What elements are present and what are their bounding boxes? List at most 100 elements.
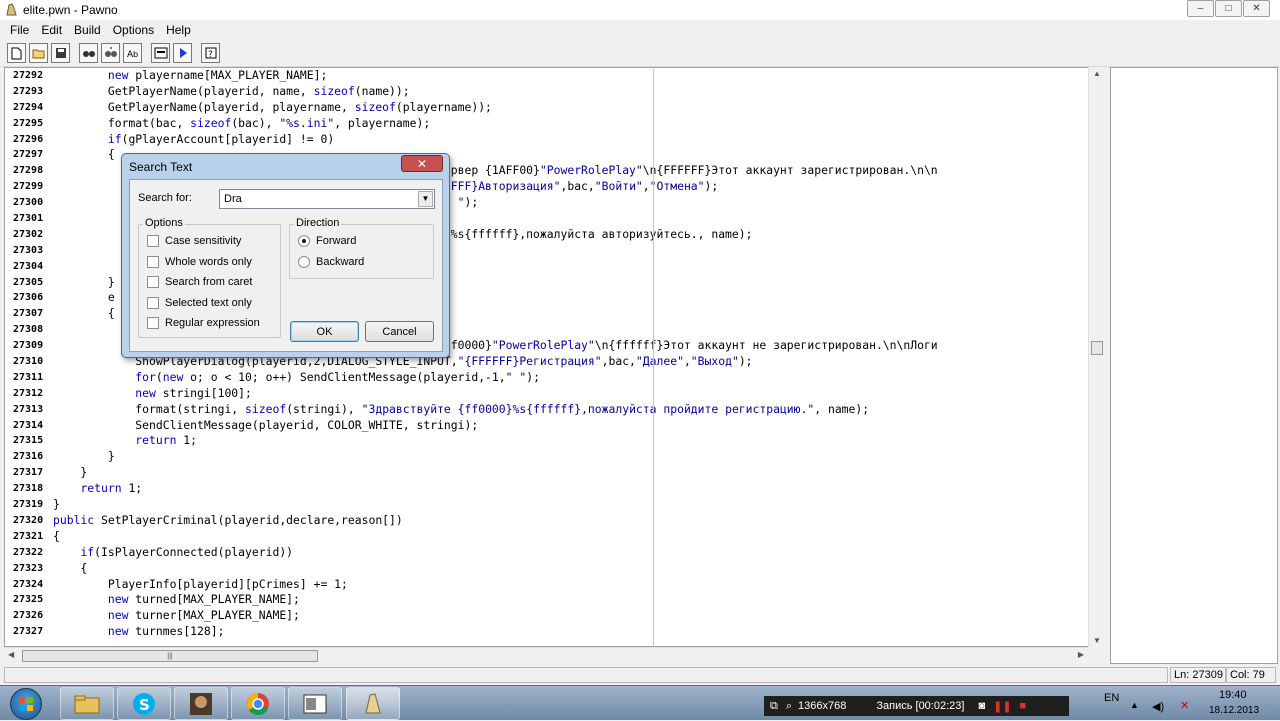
code-line[interactable]: SendClientMessage(playerid, COLOR_WHITE,…: [53, 418, 1087, 434]
checkbox[interactable]: [147, 276, 159, 288]
line-number: 27325: [13, 594, 44, 606]
menu-options[interactable]: Options: [107, 23, 160, 37]
code-line[interactable]: GetPlayerName(playerid, playername, size…: [53, 100, 1087, 116]
code-line[interactable]: PlayerInfo[playerid][pCrimes] += 1;: [53, 577, 1087, 593]
horizontal-scroll-thumb[interactable]: |||: [22, 650, 318, 662]
line-number: 27327: [13, 626, 44, 638]
code-line[interactable]: {: [53, 561, 1087, 577]
game-taskbar-icon[interactable]: [174, 687, 228, 720]
code-line[interactable]: public SetPlayerCriminal(playerid,declar…: [53, 513, 1087, 529]
dialog-body: Search for: Dra ▼ Options Case sensitivi…: [129, 179, 443, 352]
pause-icon[interactable]: ❚❚: [993, 700, 1011, 713]
code-line[interactable]: new stringi[100];: [53, 386, 1087, 402]
checkbox[interactable]: [147, 317, 159, 329]
code-line[interactable]: }: [53, 449, 1087, 465]
function-list-panel[interactable]: [1110, 67, 1278, 664]
line-number: 27317: [13, 467, 44, 479]
line-number: 27294: [13, 101, 44, 113]
cancel-button[interactable]: Cancel: [365, 321, 434, 342]
menu-help[interactable]: Help: [160, 23, 197, 37]
code-line[interactable]: new turnmes[128];: [53, 624, 1087, 640]
direction-backward[interactable]: Backward: [298, 256, 364, 268]
menu-build[interactable]: Build: [68, 23, 107, 37]
code-line[interactable]: GetPlayerName(playerid, name, sizeof(nam…: [53, 84, 1087, 100]
option-search-from-caret[interactable]: Search from caret: [147, 276, 252, 288]
option-case-sensitivity[interactable]: Case sensitivity: [147, 235, 241, 247]
code-line[interactable]: }: [53, 465, 1087, 481]
code-line[interactable]: new turned[MAX_PLAYER_NAME];: [53, 592, 1087, 608]
clock-time[interactable]: 19:40: [1219, 689, 1247, 701]
dialog-close-button[interactable]: ✕: [401, 155, 443, 172]
status-bar: Ln: 27309 Col: 79: [0, 665, 1280, 685]
radio-button[interactable]: [298, 256, 310, 268]
vertical-scroll-thumb[interactable]: [1091, 341, 1103, 355]
code-line[interactable]: format(stringi, sizeof(stringi), "Здравс…: [53, 402, 1087, 418]
option-whole-words[interactable]: Whole words only: [147, 256, 252, 268]
find-next-icon[interactable]: [101, 43, 120, 63]
new-icon[interactable]: [7, 43, 26, 63]
menu-edit[interactable]: Edit: [35, 23, 68, 37]
line-number: 27296: [13, 133, 44, 145]
direction-label: Backward: [316, 256, 365, 268]
minimize-button[interactable]: –: [1187, 0, 1214, 17]
search-input[interactable]: Dra ▼: [219, 189, 435, 209]
scroll-down-icon[interactable]: ▼: [1093, 636, 1101, 645]
help-icon[interactable]: ?: [201, 43, 220, 63]
explorer-taskbar-icon[interactable]: [60, 687, 114, 720]
language-indicator[interactable]: EN: [1104, 692, 1119, 704]
stop-icon[interactable]: ■: [1020, 700, 1027, 712]
option-selected-text-only[interactable]: Selected text only: [147, 297, 252, 309]
network-error-icon[interactable]: ✕: [1180, 699, 1189, 712]
window-taskbar-icon[interactable]: [288, 687, 342, 720]
goto-icon[interactable]: [151, 43, 170, 63]
code-line[interactable]: }: [53, 497, 1087, 513]
radio-button[interactable]: [298, 235, 310, 247]
line-number: 27314: [13, 419, 44, 431]
code-line[interactable]: if(gPlayerAccount[playerid] != 0): [53, 132, 1087, 148]
scroll-up-icon[interactable]: ▲: [1093, 69, 1101, 78]
code-line[interactable]: {: [53, 529, 1087, 545]
tray-arrow-icon[interactable]: ▲: [1130, 700, 1139, 710]
scroll-left-icon[interactable]: ◀: [8, 650, 14, 659]
volume-icon[interactable]: ◀): [1152, 700, 1164, 713]
checkbox[interactable]: [147, 297, 159, 309]
code-line[interactable]: return 1;: [53, 481, 1087, 497]
camera-icon[interactable]: ◙: [978, 700, 985, 712]
horizontal-scrollbar[interactable]: ◀ ||| ▶: [4, 647, 1088, 664]
open-icon[interactable]: [29, 43, 48, 63]
code-line[interactable]: return 1;: [53, 433, 1087, 449]
scroll-right-icon[interactable]: ▶: [1078, 650, 1084, 659]
code-line[interactable]: if(IsPlayerConnected(playerid)): [53, 545, 1087, 561]
options-group-title: Options: [143, 217, 185, 229]
recorder-status: Запись [00:02:23]: [876, 700, 965, 712]
direction-forward[interactable]: Forward: [298, 235, 356, 247]
menu-file[interactable]: File: [4, 23, 35, 37]
code-line[interactable]: new turner[MAX_PLAYER_NAME];: [53, 608, 1087, 624]
code-line[interactable]: new playername[MAX_PLAYER_NAME];: [53, 68, 1087, 84]
status-line: Ln: 27309: [1170, 667, 1226, 683]
chrome-taskbar-icon[interactable]: [231, 687, 285, 720]
code-line[interactable]: format(bac, sizeof(bac), "%s.ini", playe…: [53, 116, 1087, 132]
line-number: 27312: [13, 387, 44, 399]
skype-taskbar-icon[interactable]: S: [117, 687, 171, 720]
save-icon[interactable]: [51, 43, 70, 63]
code-line[interactable]: for(new o; o < 10; o++) SendClientMessag…: [53, 370, 1087, 386]
compile-icon[interactable]: [173, 43, 192, 63]
checkbox[interactable]: [147, 256, 159, 268]
chevron-down-icon[interactable]: ▼: [418, 191, 433, 207]
pawno-taskbar-icon[interactable]: [346, 687, 400, 720]
replace-icon[interactable]: Ab: [123, 43, 142, 63]
direction-label: Forward: [316, 235, 357, 247]
clock-date[interactable]: 18.12.2013: [1209, 705, 1259, 716]
pawno-icon: [3, 2, 19, 18]
recorder-window-icon[interactable]: ⧉: [770, 700, 778, 713]
option-regular-expression[interactable]: Regular expression: [147, 317, 260, 329]
vertical-scrollbar[interactable]: ▲ ▼: [1088, 67, 1105, 647]
checkbox[interactable]: [147, 235, 159, 247]
close-button[interactable]: ✕: [1243, 0, 1270, 17]
ok-button[interactable]: OK: [290, 321, 359, 342]
find-icon[interactable]: [79, 43, 98, 63]
start-button[interactable]: [6, 686, 46, 721]
maximize-button[interactable]: □: [1215, 0, 1242, 17]
recorder-search-icon[interactable]: ⌕: [786, 700, 792, 713]
